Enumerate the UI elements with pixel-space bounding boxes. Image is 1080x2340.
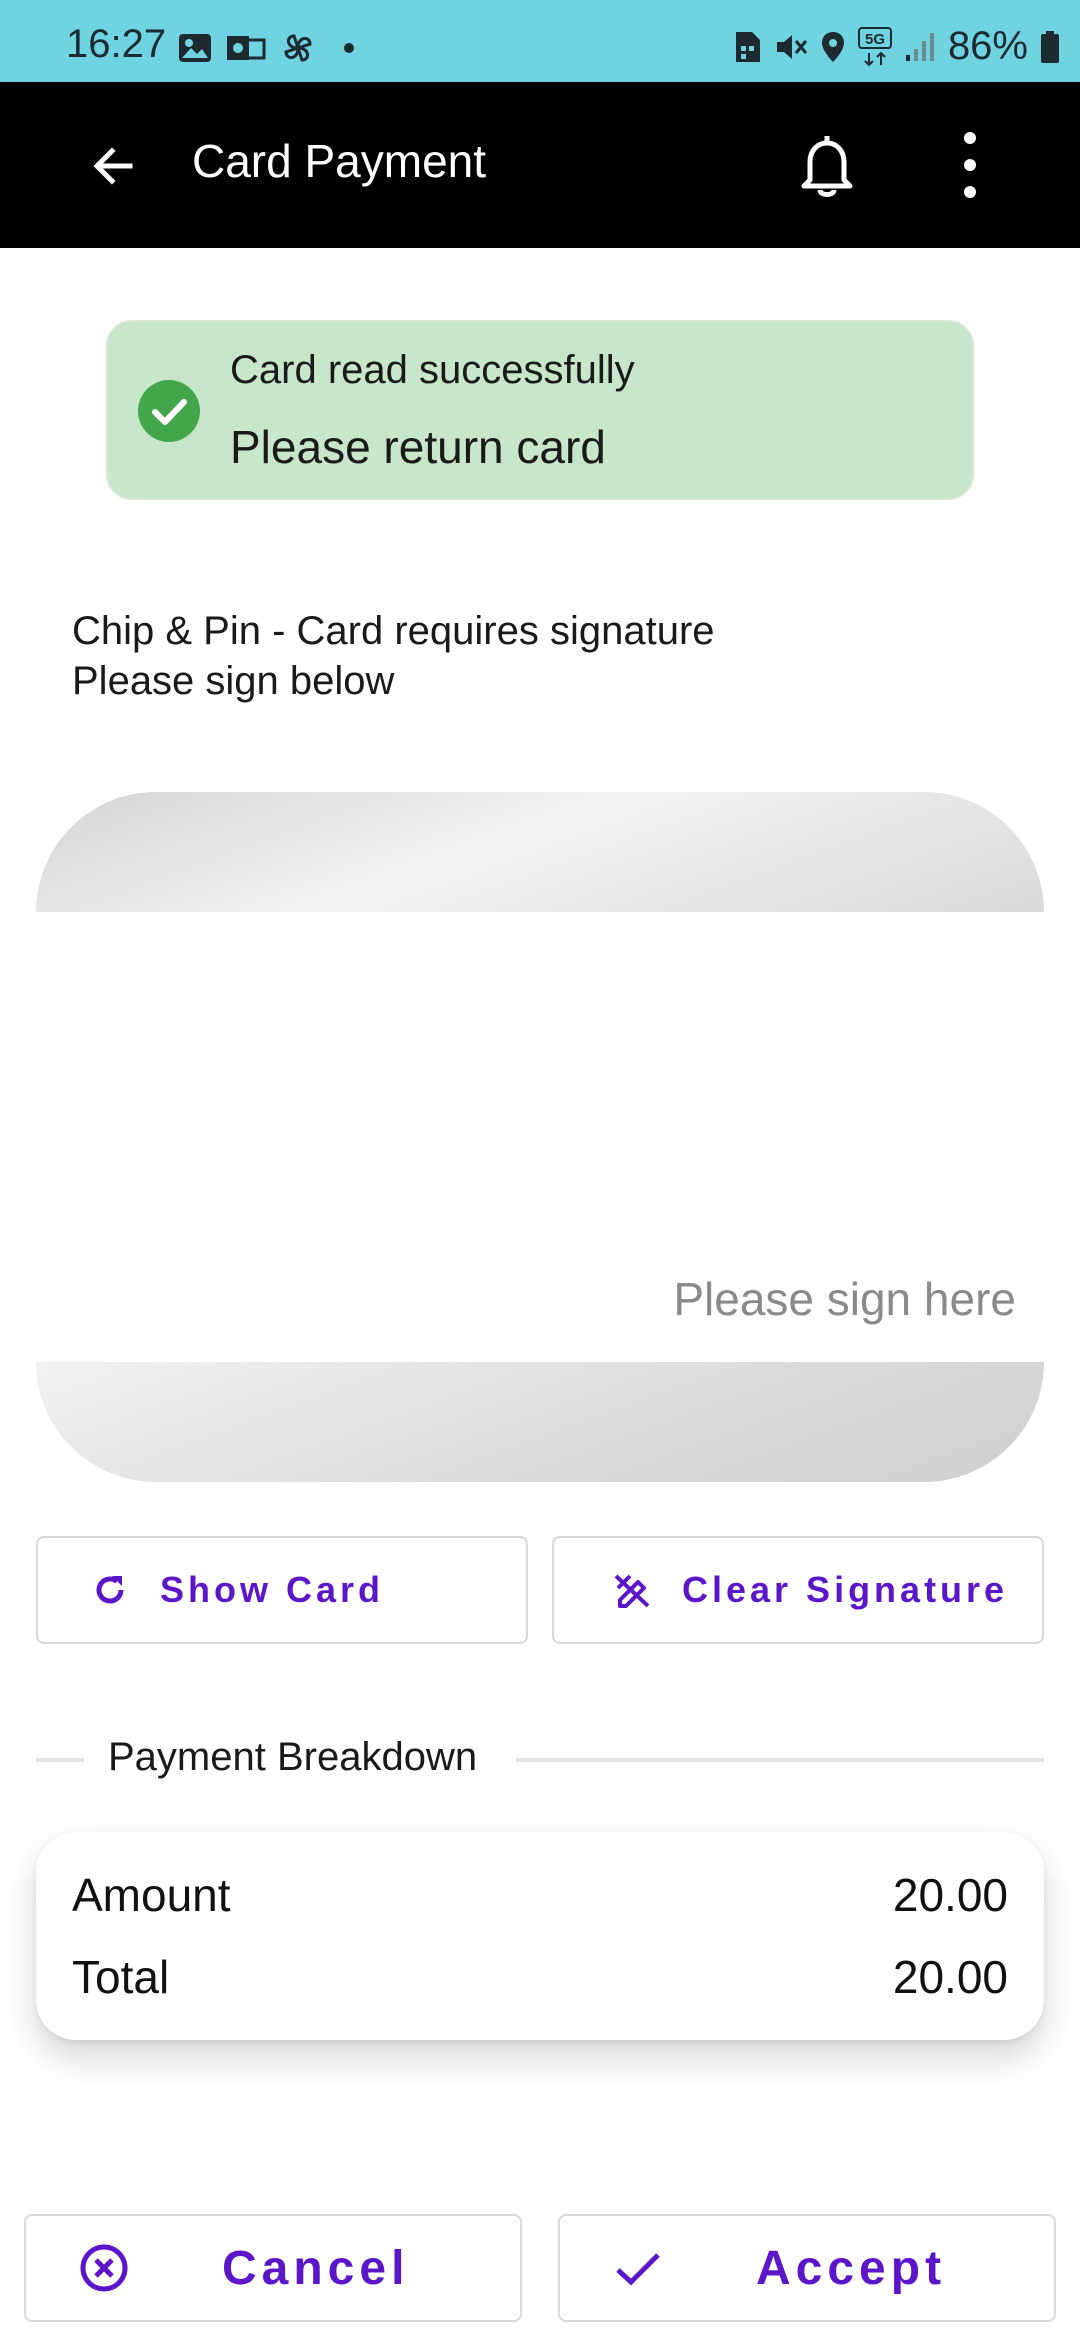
total-label: Total — [72, 1951, 170, 2003]
image-icon — [179, 34, 211, 62]
5g-label: 5G — [865, 31, 885, 48]
signature-instruction: Chip & Pin - Card requires signature Ple… — [72, 606, 715, 706]
bell-icon[interactable] — [792, 130, 862, 200]
battery-percent: 86% — [947, 24, 1028, 68]
mute-icon — [776, 34, 808, 59]
breakdown-row-amount: Amount 20.00 — [72, 1868, 1008, 1922]
back-arrow-icon[interactable] — [84, 138, 144, 194]
check-icon — [616, 2253, 660, 2286]
more-vert-icon[interactable] — [950, 128, 990, 202]
status-icons-left — [178, 30, 354, 66]
cancel-circle-icon — [80, 2244, 128, 2292]
divider-right — [516, 1758, 1044, 1762]
banner-title: Card read successfully — [230, 348, 635, 392]
accept-button[interactable]: Accept — [558, 2214, 1056, 2322]
amount-label: Amount — [72, 1869, 231, 1921]
banner-message: Please return card — [230, 421, 606, 473]
instruction-line-1: Chip & Pin - Card requires signature — [72, 609, 715, 653]
page-title: Card Payment — [192, 135, 487, 187]
signature-placeholder: Please sign here — [673, 1273, 1016, 1325]
show-card-label: Show Card — [160, 1569, 385, 1610]
clear-signature-label: Clear Signature — [682, 1569, 1009, 1610]
edit-off-icon — [614, 1574, 650, 1608]
signature-pad-top-edge — [36, 792, 1044, 912]
status-bar: 16:27 5G 86% — [0, 0, 1080, 82]
breakdown-title: Payment Breakdown — [108, 1735, 478, 1779]
check-circle-icon — [138, 380, 200, 442]
success-banner: Card read successfully Please return car… — [106, 320, 974, 500]
cancel-label: Cancel — [222, 2241, 410, 2295]
battery-icon — [1041, 30, 1059, 63]
status-icons-right: 5G 86% — [732, 24, 1060, 69]
location-icon — [821, 31, 844, 62]
dot-icon — [344, 43, 354, 53]
status-time: 16:27 — [66, 22, 167, 66]
amount-value: 20.00 — [892, 1869, 1008, 1921]
5g-icon: 5G — [857, 26, 892, 66]
divider-left — [36, 1758, 84, 1762]
pinwheel-icon — [284, 34, 312, 62]
total-value: 20.00 — [892, 1951, 1008, 2003]
refresh-icon — [96, 1576, 124, 1604]
sim-icon — [735, 31, 760, 62]
outlook-icon — [227, 36, 266, 60]
breakdown-row-total: Total 20.00 — [72, 1950, 1008, 2004]
clear-signature-button[interactable]: Clear Signature — [552, 1536, 1044, 1644]
accept-label: Accept — [756, 2241, 947, 2295]
show-card-button[interactable]: Show Card — [36, 1536, 528, 1644]
instruction-line-2: Please sign below — [72, 659, 395, 703]
signal-icon — [905, 32, 934, 61]
signature-pad-bottom-edge — [36, 1362, 1044, 1482]
cancel-button[interactable]: Cancel — [24, 2214, 522, 2322]
signature-pad[interactable]: Please sign here — [36, 912, 1044, 1362]
payment-breakdown-card: Amount 20.00 Total 20.00 — [36, 1832, 1044, 2040]
app-bar: Card Payment — [0, 82, 1080, 248]
